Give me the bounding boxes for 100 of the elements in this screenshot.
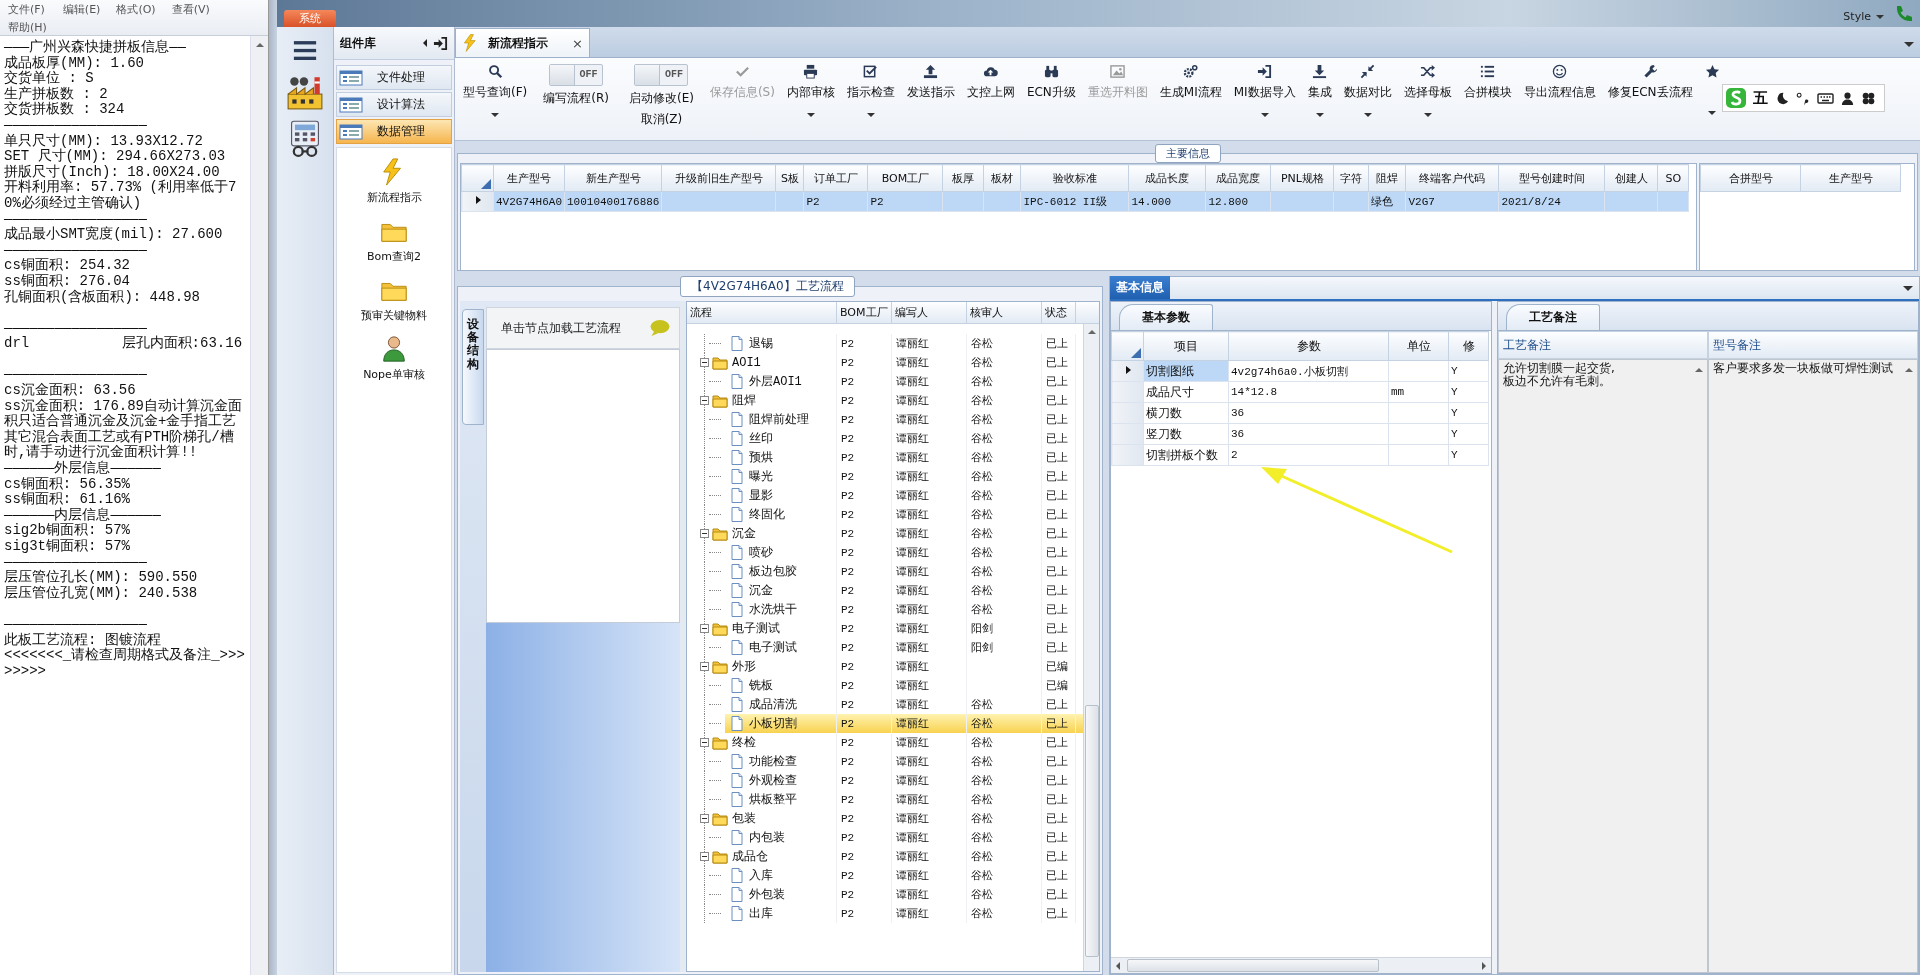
tree-row[interactable]: 成品仓 P2 谭丽红 谷松 已上 [687,847,1083,866]
column-header[interactable]: 新生产型号 [564,164,662,192]
column-header[interactable]: 型号创建时间 [1498,164,1605,192]
toggle-switch[interactable]: OFF [549,64,604,86]
column-header[interactable]: 型号备注 [1708,331,1918,359]
nav-item[interactable]: 数据管理 [336,119,452,144]
table-row[interactable]: 成品尺寸 14*12.8 mm Y [1111,381,1489,403]
column-header[interactable]: 验收标准 [1020,164,1129,192]
menu-item[interactable]: 查看(V) [171,2,210,18]
tree-row[interactable]: 终固化 P2 谭丽红 谷松 已上 [687,505,1083,524]
tree-row[interactable]: AOI1 P2 谭丽红 谷松 已上 [687,353,1083,372]
menu-item[interactable]: 编辑(E) [62,2,101,18]
column-header[interactable]: 创建人 [1604,164,1658,192]
punctuation-icon[interactable] [1795,90,1810,106]
column-header[interactable]: PNL规格 [1270,164,1334,192]
tree-row[interactable]: 沉金 P2 谭丽红 谷松 已上 [687,524,1083,543]
collapse-icon[interactable] [700,662,709,671]
tree-row[interactable]: 外层AOI1 P2 谭丽红 谷松 已上 [687,372,1083,391]
column-header[interactable]: 终端客户代码 [1405,164,1499,192]
tree-row[interactable]: 入库 P2 谭丽红 谷松 已上 [687,866,1083,885]
collapse-icon[interactable] [700,814,709,823]
input-mode[interactable]: 五 [1753,88,1768,108]
launcher-button[interactable]: 新流程指示 [366,158,422,205]
side-tab[interactable]: 设备结构 [462,309,484,425]
tree-row[interactable]: 水洗烘干 P2 谭丽红 谷松 已上 [687,600,1083,619]
row-header[interactable] [1111,360,1144,382]
menu-item[interactable]: 帮助(H) [8,20,47,36]
toolbar-button[interactable]: 合拼模块 [1457,62,1518,134]
scroll-thumb[interactable] [1084,705,1099,957]
menu-item[interactable]: 格式(O) [116,2,156,18]
scroll-right-icon[interactable] [1479,960,1488,971]
toolbar-button[interactable]: 内部审核 [780,62,841,134]
column-header[interactable]: 参数 [1228,331,1389,361]
tree-row[interactable]: 包装 P2 谭丽红 谷松 已上 [687,809,1083,828]
column-header[interactable]: 合拼型号 [1700,164,1801,192]
table-row[interactable]: 4V2G74H6A0 10010400176886 P2 P2 IPC-6012 II级 14.000 12.800 绿色 V2G7 2021/8/24 [461,191,1689,212]
column-header[interactable]: 订单工厂 [803,164,868,192]
tree-row[interactable]: 曝光 P2 谭丽红 谷松 已上 [687,467,1083,486]
scroll-left-icon[interactable] [1114,960,1123,971]
keyboard-icon[interactable] [1816,90,1834,106]
tree-row[interactable]: 阻焊前处理 P2 谭丽红 谷松 已上 [687,410,1083,429]
tree-row[interactable]: 烘板整平 P2 谭丽红 谷松 已上 [687,790,1083,809]
tree-row[interactable]: 板边包胶 P2 谭丽红 谷松 已上 [687,562,1083,581]
sub-tab[interactable]: 工艺备注 [1506,304,1600,330]
tree-row[interactable]: 电子测试 P2 谭丽红 阳剑 已上 [687,619,1083,638]
column-header[interactable]: 项目 [1143,331,1229,361]
toolbar-button[interactable]: 导出流程信息 [1517,62,1602,134]
tree-row[interactable]: 沉金 P2 谭丽红 谷松 已上 [687,581,1083,600]
clover-icon[interactable] [1861,90,1876,106]
panel-tab[interactable]: 基本信息 [1110,276,1170,299]
user-icon[interactable] [1840,90,1855,106]
toolbar-button[interactable]: 选择母板 [1397,62,1458,134]
menu-item[interactable]: 文件(F) [8,2,47,18]
tree-row[interactable]: 终检 P2 谭丽红 谷松 已上 [687,733,1083,752]
style-menu[interactable]: Style [1843,10,1884,23]
tree-row[interactable]: 功能检查 P2 谭丽红 谷松 已上 [687,752,1083,771]
toolbar-button[interactable]: 生成MI流程 [1153,62,1228,134]
column-header[interactable]: 生产型号 [493,164,565,192]
close-button[interactable]: × [572,35,583,51]
toolbar-button[interactable]: 型号查询(F) [457,62,534,134]
collapse-icon[interactable] [700,396,709,405]
column-header[interactable]: BOM工厂 [867,164,943,192]
table-row[interactable]: 切割拼板个数 2 Y [1111,444,1489,466]
column-header[interactable]: 状态 [1042,302,1076,323]
column-header[interactable]: 流程 [687,302,837,323]
tree-row[interactable]: 电子测试 P2 谭丽红 阳剑 已上 [687,638,1083,657]
column-header[interactable]: 升级前旧生产型号 [661,164,776,192]
scroll-up-icon[interactable] [254,41,265,49]
menu-icon[interactable] [293,40,317,60]
column-header[interactable]: 板厚 [942,164,984,192]
row-header[interactable] [461,191,494,212]
scroll-up-icon[interactable] [1904,366,1914,374]
column-header[interactable]: 单位 [1388,331,1449,361]
scrollbar[interactable] [1111,957,1491,973]
column-header[interactable]: 工艺备注 [1498,331,1708,359]
scroll-up-icon[interactable] [1694,366,1704,374]
column-header[interactable]: BOM工厂 [837,302,892,323]
toolbar-button[interactable]: 发送指示 [900,62,961,134]
launcher-button[interactable]: 预审关键物料 [361,276,427,323]
scroll-thumb[interactable] [1127,959,1379,972]
collapse-icon[interactable] [700,738,709,747]
nav-item[interactable]: 设计算法 [336,92,452,117]
toolbar-button[interactable]: 数据对比 [1337,62,1398,134]
column-header[interactable]: SO [1657,164,1689,192]
tree-row[interactable]: 喷砂 P2 谭丽红 谷松 已上 [687,543,1083,562]
tree-row[interactable]: 预烘 P2 谭丽红 谷松 已上 [687,448,1083,467]
tree-row[interactable]: 显影 P2 谭丽红 谷松 已上 [687,486,1083,505]
column-header[interactable]: 阻焊 [1368,164,1406,192]
column-header[interactable]: 修 [1448,331,1489,361]
table-row[interactable]: 竖刀数 36 Y [1111,423,1489,445]
collapse-icon[interactable] [700,624,709,633]
exit-icon[interactable] [433,35,448,51]
scroll-up-icon[interactable] [1086,328,1097,336]
table-row[interactable]: 切割图纸 4v2g74h6a0.小板切割 Y [1111,360,1489,382]
tree-row[interactable]: 外观检查 P2 谭丽红 谷松 已上 [687,771,1083,790]
column-header[interactable]: 成品长度 [1128,164,1206,192]
column-header[interactable]: 生产型号 [1800,164,1901,192]
collapse-icon[interactable] [700,529,709,538]
tree-row[interactable]: 内包装 P2 谭丽红 谷松 已上 [687,828,1083,847]
tree-row[interactable]: 外包装 P2 谭丽红 谷松 已上 [687,885,1083,904]
